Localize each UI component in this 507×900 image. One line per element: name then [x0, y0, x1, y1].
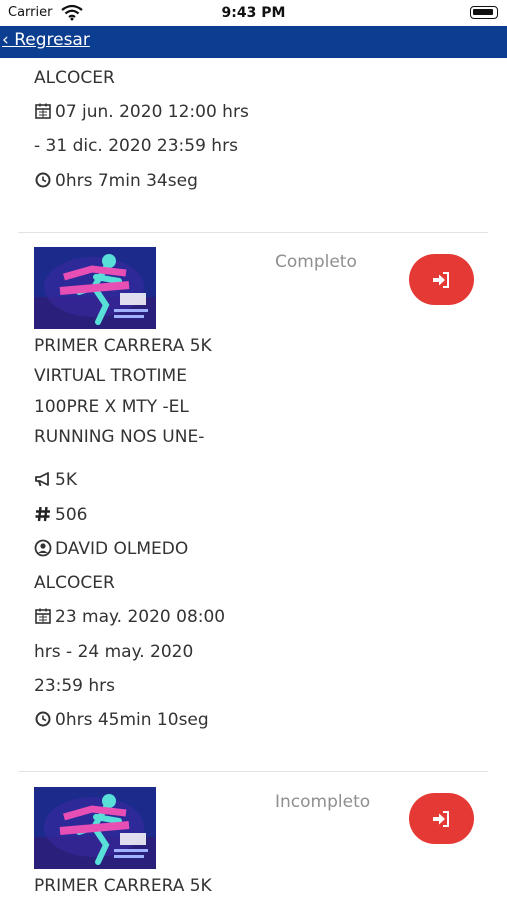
- sign-in-icon: [433, 811, 449, 827]
- race-title-line: PRIMER CARRERA 5K: [34, 876, 212, 896]
- sign-in-icon: [433, 272, 449, 288]
- race-title-line: RUNNING NOS UNE-: [34, 427, 205, 447]
- status-badge: Incompleto: [275, 792, 371, 812]
- calendar-icon: [35, 608, 51, 624]
- participant-name: ALCOCER: [34, 68, 115, 88]
- date-text: 23 may. 2020 08:00: [55, 607, 226, 627]
- race-title-line: PRIMER CARRERA 5K: [34, 336, 212, 356]
- event-duration: 0hrs 7min 34seg: [34, 170, 198, 192]
- event-date-cont: 23:59 hrs: [34, 676, 116, 696]
- event-date: 07 jun. 2020 12:00 hrs: [34, 101, 249, 123]
- nav-bar: ‹ Regresar: [0, 26, 507, 58]
- race-distance: 5K: [34, 469, 77, 491]
- status-badge: Completo: [275, 252, 357, 272]
- date-text: 07 jun. 2020 12:00 hrs: [55, 102, 249, 122]
- race-thumbnail: [34, 247, 156, 329]
- duration-text: 0hrs 45min 10seg: [55, 710, 209, 730]
- clock-icon: [35, 711, 51, 727]
- race-title-line: VIRTUAL TROTIME: [34, 366, 187, 386]
- calendar-icon: [35, 103, 51, 119]
- status-bar: Carrier 9:43 PM: [0, 0, 507, 26]
- results-list[interactable]: ALCOCER 07 jun. 2020 12:00 hrs - 31 dic.…: [0, 58, 507, 900]
- event-date: 23 may. 2020 08:00: [34, 606, 225, 628]
- battery-icon: [470, 6, 498, 19]
- race-thumbnail: [34, 787, 156, 869]
- user-circle-icon: [34, 539, 52, 557]
- megaphone-icon: [35, 472, 49, 487]
- open-result-button[interactable]: [409, 254, 474, 305]
- name-text: DAVID OLMEDO: [55, 539, 189, 559]
- race-title-line: 100PRE X MTY -EL: [34, 397, 189, 417]
- bib-number: 506: [34, 504, 87, 526]
- event-date-cont: - 31 dic. 2020 23:59 hrs: [34, 136, 238, 156]
- hash-icon: [35, 506, 50, 522]
- clock-time: 9:43 PM: [221, 5, 286, 21]
- participant-name-cont: ALCOCER: [34, 573, 115, 593]
- clock-icon: [35, 172, 51, 188]
- event-date-cont: hrs - 24 may. 2020: [34, 642, 194, 662]
- divider: [18, 232, 488, 233]
- divider: [18, 771, 488, 772]
- number-text: 506: [55, 505, 88, 525]
- back-button[interactable]: ‹ Regresar: [2, 30, 90, 50]
- open-result-button[interactable]: [409, 793, 474, 844]
- distance-text: 5K: [55, 470, 77, 490]
- duration-text: 0hrs 7min 34seg: [55, 171, 198, 191]
- race-logo-image: [34, 787, 156, 869]
- participant-name: DAVID OLMEDO: [34, 538, 188, 560]
- race-logo-image: [34, 247, 156, 329]
- event-duration: 0hrs 45min 10seg: [34, 709, 209, 731]
